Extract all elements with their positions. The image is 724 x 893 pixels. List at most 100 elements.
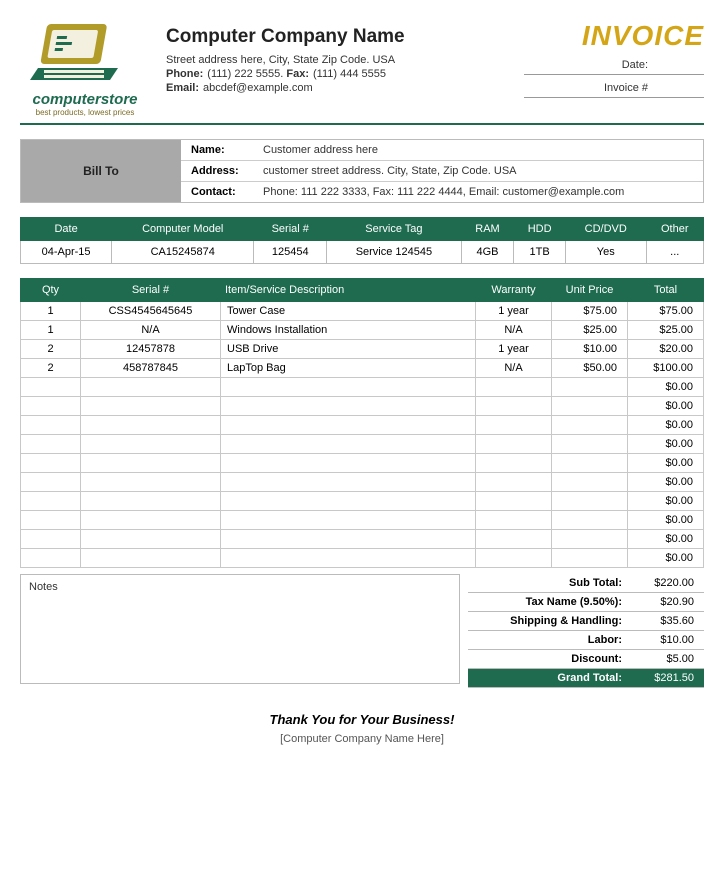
- spec-service-tag: Service 124545: [327, 241, 461, 264]
- bill-to: Bill To Name: Customer address here Addr…: [20, 139, 704, 203]
- items-table: Qty Serial # Item/Service Description Wa…: [20, 278, 704, 568]
- item-serial: [81, 549, 221, 568]
- subtotal-value: $220.00: [630, 574, 704, 592]
- item-total: $0.00: [628, 530, 704, 549]
- bill-to-contact-row: Contact: Phone: 111 222 3333, Fax: 111 2…: [181, 182, 703, 202]
- item-warranty: 1 year: [476, 302, 552, 321]
- invoice-title: INVOICE: [524, 20, 704, 52]
- item-total: $25.00: [628, 321, 704, 340]
- items-header-serial: Serial #: [81, 279, 221, 302]
- grand-total-label: Grand Total:: [468, 669, 630, 687]
- item-serial: 458787845: [81, 359, 221, 378]
- item-row: $0.00: [21, 416, 704, 435]
- discount-label: Discount:: [468, 650, 630, 668]
- items-header-unit: Unit Price: [552, 279, 628, 302]
- spec-header-model: Computer Model: [112, 218, 254, 241]
- item-desc: LapTop Bag: [221, 359, 476, 378]
- item-desc: [221, 492, 476, 511]
- item-warranty: [476, 511, 552, 530]
- item-desc: [221, 511, 476, 530]
- item-desc: [221, 435, 476, 454]
- subtotal-label: Sub Total:: [468, 574, 630, 592]
- item-warranty: 1 year: [476, 340, 552, 359]
- item-qty: [21, 549, 81, 568]
- item-unit: [552, 435, 628, 454]
- thank-you: Thank You for Your Business!: [20, 712, 704, 727]
- fax-label: Fax:: [286, 68, 309, 80]
- item-unit: [552, 511, 628, 530]
- shipping-row: Shipping & Handling: $35.60: [468, 612, 704, 631]
- phone-value: (111) 222 5555.: [207, 68, 283, 80]
- item-unit: $75.00: [552, 302, 628, 321]
- company-address: Street address here, City, State Zip Cod…: [166, 54, 508, 66]
- item-unit: [552, 492, 628, 511]
- item-total: $0.00: [628, 416, 704, 435]
- item-warranty: [476, 378, 552, 397]
- company-email-line: Email:abcdef@example.com: [166, 82, 508, 94]
- shipping-label: Shipping & Handling:: [468, 612, 630, 630]
- item-qty: 1: [21, 302, 81, 321]
- item-qty: [21, 492, 81, 511]
- item-serial: [81, 397, 221, 416]
- spec-date: 04-Apr-15: [21, 241, 112, 264]
- item-desc: USB Drive: [221, 340, 476, 359]
- store-brand: computerstore: [20, 91, 150, 108]
- item-qty: [21, 530, 81, 549]
- notes-box[interactable]: Notes: [20, 574, 460, 684]
- item-serial: CSS4545645645: [81, 302, 221, 321]
- bill-to-contact-label: Contact:: [191, 186, 263, 198]
- item-unit: [552, 454, 628, 473]
- tax-value: $20.90: [630, 593, 704, 611]
- store-tagline: best products, lowest prices: [20, 108, 150, 117]
- bill-to-name-value: Customer address here: [263, 144, 378, 156]
- item-qty: [21, 397, 81, 416]
- company-name: Computer Company Name: [166, 26, 508, 48]
- spec-header-service-tag: Service Tag: [327, 218, 461, 241]
- logo: computerstore best products, lowest pric…: [20, 20, 150, 117]
- item-unit: [552, 530, 628, 549]
- invoice-number-row: Invoice #: [524, 79, 704, 98]
- item-serial: [81, 454, 221, 473]
- item-row: 212457878USB Drive1 year$10.00$20.00: [21, 340, 704, 359]
- shipping-value: $35.60: [630, 612, 704, 630]
- item-warranty: [476, 473, 552, 492]
- item-row: $0.00: [21, 492, 704, 511]
- notes-label: Notes: [29, 581, 58, 593]
- items-header-row: Qty Serial # Item/Service Description Wa…: [21, 279, 704, 302]
- labor-row: Labor: $10.00: [468, 631, 704, 650]
- bill-to-name-label: Name:: [191, 144, 263, 156]
- item-row: 1CSS4545645645Tower Case1 year$75.00$75.…: [21, 302, 704, 321]
- item-serial: [81, 492, 221, 511]
- email-label: Email:: [166, 82, 199, 94]
- divider: [20, 123, 704, 125]
- item-row: $0.00: [21, 473, 704, 492]
- header: computerstore best products, lowest pric…: [20, 20, 704, 117]
- tax-row: Tax Name (9.50%): $20.90: [468, 593, 704, 612]
- item-unit: [552, 549, 628, 568]
- spec-model: CA15245874: [112, 241, 254, 264]
- grand-total-value: $281.50: [630, 669, 704, 687]
- item-qty: [21, 435, 81, 454]
- bill-to-contact-value: Phone: 111 222 3333, Fax: 111 222 4444, …: [263, 186, 624, 198]
- tax-label: Tax Name (9.50%):: [468, 593, 630, 611]
- spec-header-other: Other: [646, 218, 703, 241]
- item-row: $0.00: [21, 530, 704, 549]
- item-warranty: [476, 454, 552, 473]
- bill-to-address-row: Address: customer street address. City, …: [181, 161, 703, 182]
- item-unit: $25.00: [552, 321, 628, 340]
- item-qty: 1: [21, 321, 81, 340]
- item-warranty: [476, 530, 552, 549]
- item-desc: [221, 530, 476, 549]
- item-unit: [552, 397, 628, 416]
- item-total: $0.00: [628, 397, 704, 416]
- computer-icon: [30, 20, 140, 86]
- item-warranty: N/A: [476, 321, 552, 340]
- item-serial: N/A: [81, 321, 221, 340]
- item-row: 1N/AWindows InstallationN/A$25.00$25.00: [21, 321, 704, 340]
- invoice-block: INVOICE Date: Invoice #: [524, 20, 704, 117]
- bill-to-name-row: Name: Customer address here: [181, 140, 703, 161]
- item-total: $0.00: [628, 492, 704, 511]
- spec-serial: 125454: [254, 241, 327, 264]
- items-header-qty: Qty: [21, 279, 81, 302]
- labor-value: $10.00: [630, 631, 704, 649]
